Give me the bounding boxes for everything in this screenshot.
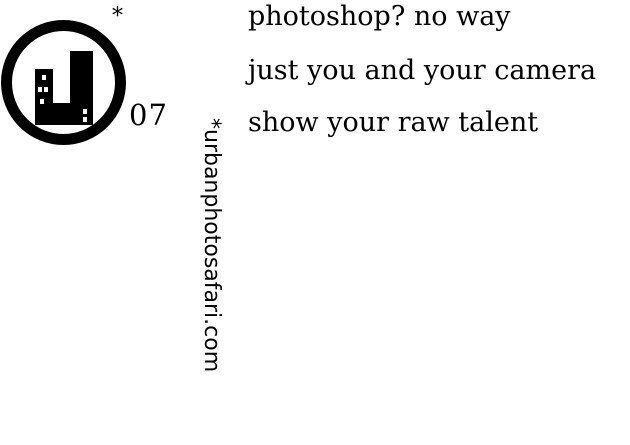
vertical-asterisk: * — [199, 118, 224, 129]
logo-graphic — [1, 20, 126, 145]
logo-asterisk: * — [112, 4, 123, 29]
vertical-site-text: urbanphotosafari.com — [199, 129, 224, 373]
issue-number: 07 — [129, 98, 168, 132]
tagline-1: photoshop? no way — [248, 1, 511, 32]
tagline-2: just you and your camera — [248, 55, 597, 86]
vertical-website: *urbanphotosafari.com — [198, 118, 224, 445]
tagline-3: show your raw talent — [248, 107, 539, 138]
urban-logo-icon — [0, 19, 127, 146]
